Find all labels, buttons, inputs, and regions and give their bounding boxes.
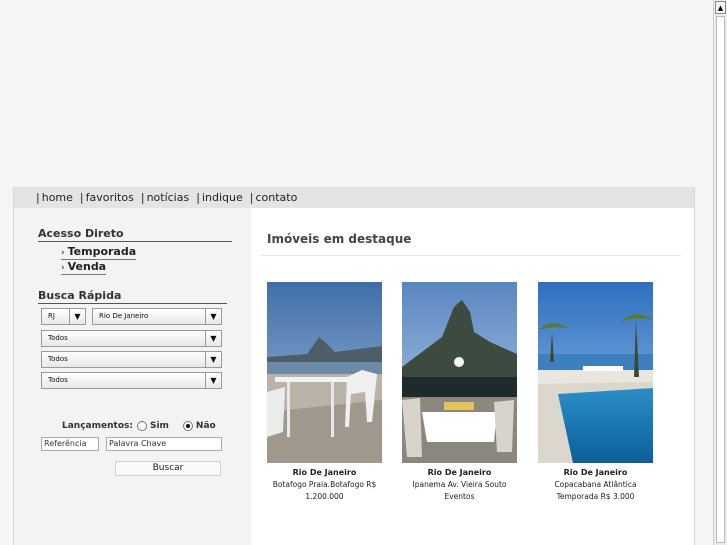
page-container: home favoritos notícias indique contato … — [13, 187, 695, 545]
state-select[interactable]: RJ ▼ — [41, 308, 86, 325]
link-venda[interactable]: › Venda — [61, 260, 107, 275]
top-nav: home favoritos notícias indique contato — [14, 187, 694, 208]
listing-city: Rio De Janeiro — [292, 468, 357, 477]
nav-indique[interactable]: indique — [196, 191, 243, 204]
filter-select-1[interactable]: Todos ▼ — [41, 330, 222, 347]
triangle-down-icon: ▼ — [69, 309, 85, 324]
chevron-right-icon: › — [61, 248, 65, 258]
filter-select-3-value: Todos — [48, 376, 68, 384]
link-venda-label: Venda — [67, 260, 107, 273]
listing-description: Botafogo Praia.Botafogo R$ 1.200.000 — [272, 480, 377, 501]
listing-card[interactable]: Rio De Janeiro Ipanema Av. Vieira Souto … — [402, 282, 517, 503]
state-select-value: RJ — [48, 312, 55, 320]
vertical-scrollbar[interactable]: ▲ — [713, 0, 727, 545]
palavra-chave-input[interactable]: Palavra Chave — [106, 437, 222, 451]
radio-sim[interactable] — [136, 421, 147, 431]
link-temporada-label: Temporada — [67, 245, 137, 258]
buscar-button[interactable]: Buscar — [115, 461, 221, 476]
filter-select-3[interactable]: Todos ▼ — [41, 372, 222, 389]
nav-contato[interactable]: contato — [250, 191, 297, 204]
triangle-down-icon: ▼ — [205, 373, 221, 388]
nav-noticias[interactable]: notícias — [141, 191, 190, 204]
listing-photo[interactable] — [402, 282, 517, 463]
triangle-down-icon: ▼ — [205, 331, 221, 346]
featured-title: Imóveis em destaque — [267, 232, 412, 246]
lancamentos-label: Lançamentos: — [62, 421, 133, 431]
nav-favoritos[interactable]: favoritos — [80, 191, 134, 204]
acesso-direto-title: Acesso Direto — [38, 227, 232, 242]
sidebar: Acesso Direto › Temporada › Venda Busca Rá… — [14, 208, 251, 545]
listing-city: Rio De Janeiro — [427, 468, 492, 477]
scroll-up-icon[interactable]: ▲ — [715, 1, 726, 14]
radio-sim-label: Sim — [149, 421, 169, 431]
link-temporada[interactable]: › Temporada — [61, 245, 137, 260]
listing-card[interactable]: Rio De Janeiro Copacabana Atlântica Temp… — [538, 282, 653, 503]
scrollbar-track[interactable] — [716, 16, 725, 543]
listing-photo[interactable] — [267, 282, 382, 463]
chevron-right-icon: › — [61, 263, 65, 273]
lancamentos-row: Lançamentos: Sim Não — [62, 421, 216, 431]
radio-nao[interactable] — [182, 421, 193, 431]
title-divider — [261, 255, 681, 256]
busca-rapida-title: Busca Rápida — [38, 289, 227, 304]
filter-select-1-value: Todos — [48, 334, 68, 342]
triangle-down-icon: ▼ — [205, 352, 221, 367]
listing-description: Ipanema Av. Vieira Souto Eventos — [412, 480, 507, 501]
listing-city: Rio De Janeiro — [563, 468, 628, 477]
listing-description: Copacabana Atlântica Temporada R$ 3.000 — [554, 480, 637, 501]
referencia-input[interactable]: Referência — [41, 437, 99, 451]
radio-nao-label: Não — [195, 421, 216, 431]
listing-photo[interactable] — [538, 282, 653, 463]
triangle-down-icon: ▼ — [205, 309, 221, 324]
filter-select-2-value: Todos — [48, 355, 68, 363]
city-select[interactable]: Rio De Janeiro ▼ — [92, 308, 222, 325]
city-select-value: Rio De Janeiro — [99, 312, 149, 320]
listing-card[interactable]: Rio De Janeiro Botafogo Praia.Botafogo R… — [267, 282, 382, 503]
filter-select-2[interactable]: Todos ▼ — [41, 351, 222, 368]
nav-home[interactable]: home — [36, 191, 73, 204]
